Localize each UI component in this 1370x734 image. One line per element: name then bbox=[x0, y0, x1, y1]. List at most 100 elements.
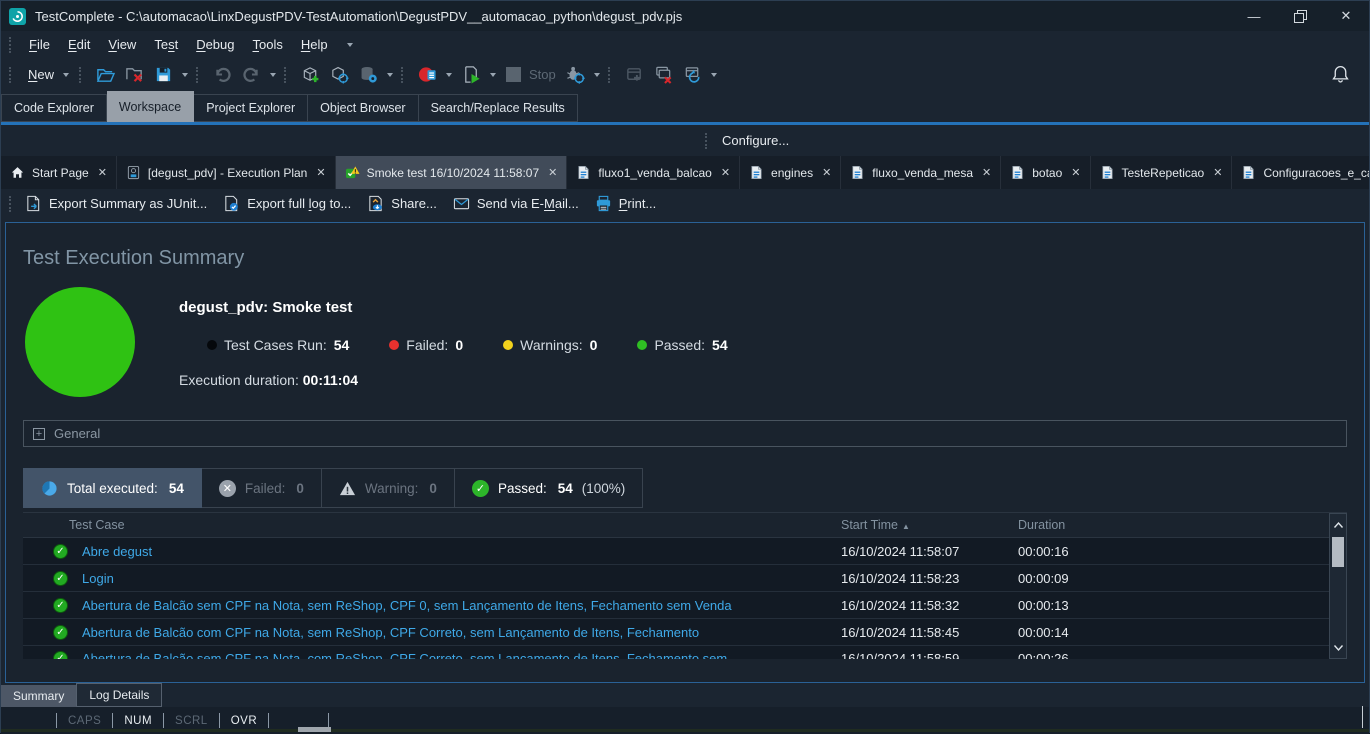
close-tab-icon[interactable]: ✕ bbox=[98, 166, 107, 179]
export-full-log-to-button[interactable]: Export full log to... bbox=[218, 189, 362, 218]
export-grip[interactable] bbox=[9, 196, 14, 212]
column-test-case[interactable]: Test Case bbox=[23, 518, 841, 532]
debug-button[interactable] bbox=[562, 62, 604, 87]
configure-grip[interactable] bbox=[705, 133, 710, 149]
run-test-button-caret[interactable] bbox=[490, 73, 496, 77]
close-project-button[interactable] bbox=[121, 62, 148, 87]
column-start-time[interactable]: Start Time▲ bbox=[841, 518, 1018, 532]
menu-debug[interactable]: Debug bbox=[187, 34, 243, 55]
doc-tab-botao[interactable]: botao✕ bbox=[1001, 156, 1090, 189]
minimize-button[interactable]: — bbox=[1231, 1, 1277, 31]
send-via-e-mail-button[interactable]: Send via E-Mail... bbox=[448, 189, 590, 218]
test-case-link[interactable]: Abre degust bbox=[82, 544, 152, 559]
run-test-button[interactable] bbox=[458, 62, 500, 87]
save-button[interactable] bbox=[150, 62, 192, 87]
scrollbar-thumb[interactable] bbox=[1332, 537, 1344, 567]
menu-options-caret[interactable] bbox=[347, 43, 353, 47]
close-tab-icon[interactable]: ✕ bbox=[721, 166, 730, 179]
test-case-link[interactable]: Abertura de Balcão sem CPF na Nota, com … bbox=[82, 651, 727, 659]
column-duration[interactable]: Duration bbox=[1018, 518, 1329, 532]
menu-file[interactable]: File bbox=[20, 34, 59, 55]
debug-button-caret[interactable] bbox=[594, 73, 600, 77]
restore-button[interactable] bbox=[1277, 1, 1323, 31]
menu-test[interactable]: Test bbox=[145, 34, 187, 55]
configure-button[interactable]: Configure... bbox=[716, 130, 795, 151]
filter-tab-total-executed[interactable]: Total executed:54 bbox=[23, 468, 202, 508]
redo-button-caret[interactable] bbox=[270, 73, 276, 77]
doc-tab-fluxo-venda-mesa[interactable]: fluxo_venda_mesa✕ bbox=[841, 156, 1001, 189]
close-tab-icon[interactable]: ✕ bbox=[316, 166, 325, 179]
toolbar-grip[interactable] bbox=[196, 67, 201, 83]
notifications-button[interactable] bbox=[1326, 61, 1355, 88]
run-routine-button-caret[interactable] bbox=[446, 73, 452, 77]
panel-tab-search-replace-results[interactable]: Search/Replace Results bbox=[419, 94, 578, 122]
panel-tab-workspace[interactable]: Workspace bbox=[107, 91, 194, 122]
table-row[interactable]: ✓Abertura de Balcão com CPF na Nota, sem… bbox=[23, 619, 1329, 646]
redo-button[interactable] bbox=[238, 62, 280, 87]
print-button[interactable]: Print... bbox=[590, 189, 668, 218]
stop-button[interactable]: Stop bbox=[502, 64, 560, 85]
view-tab-log-details[interactable]: Log Details bbox=[76, 683, 162, 707]
expand-icon[interactable]: + bbox=[33, 428, 45, 440]
toolbar-grip[interactable] bbox=[401, 67, 406, 83]
panel-tab-object-browser[interactable]: Object Browser bbox=[308, 94, 418, 122]
new-window-button[interactable] bbox=[621, 62, 648, 87]
run-routine-button[interactable] bbox=[414, 62, 456, 87]
close-tab-icon[interactable]: ✕ bbox=[822, 166, 831, 179]
doc-tab-start-page[interactable]: Start Page✕ bbox=[1, 156, 117, 189]
table-row[interactable]: ✓Login16/10/2024 11:58:2300:00:09 bbox=[23, 565, 1329, 592]
close-tab-icon[interactable]: ✕ bbox=[548, 166, 557, 179]
doc-tab-configuracoes-e-cadastros[interactable]: Configuracoes_e_cadastros✕ bbox=[1232, 156, 1369, 189]
script-icon bbox=[576, 165, 591, 180]
data-options-button[interactable] bbox=[355, 62, 397, 87]
close-tab-icon[interactable]: ✕ bbox=[982, 166, 991, 179]
data-options-button-caret[interactable] bbox=[387, 73, 393, 77]
menu-help[interactable]: Help bbox=[292, 34, 337, 55]
toolbar-grip[interactable] bbox=[79, 67, 84, 83]
share-button[interactable]: Share... bbox=[362, 189, 448, 218]
export-summary-as-junit-button[interactable]: Export Summary as JUnit... bbox=[20, 189, 218, 218]
table-row[interactable]: ✓Abre degust16/10/2024 11:58:0700:00:16 bbox=[23, 538, 1329, 565]
menu-edit[interactable]: Edit bbox=[59, 34, 99, 55]
close-button[interactable]: ✕ bbox=[1323, 1, 1369, 31]
test-case-link[interactable]: Login bbox=[82, 571, 114, 586]
filter-tab-warning[interactable]: Warning:0 bbox=[322, 468, 455, 508]
undo-button[interactable] bbox=[209, 62, 236, 87]
doc-tab-engines[interactable]: engines✕ bbox=[740, 156, 841, 189]
bell-icon bbox=[1330, 64, 1351, 85]
panel-tab-code-explorer[interactable]: Code Explorer bbox=[1, 94, 107, 122]
table-scrollbar[interactable] bbox=[1329, 513, 1347, 659]
doc-tab-smoke-test-16-10-2024-11-58-07[interactable]: Smoke test 16/10/2024 11:58:07✕ bbox=[336, 156, 568, 189]
toolbar-grip[interactable] bbox=[284, 67, 289, 83]
menu-tools[interactable]: Tools bbox=[244, 34, 292, 55]
add-project-item-button[interactable] bbox=[297, 62, 324, 87]
restore-window-button[interactable] bbox=[679, 62, 721, 87]
panel-tab-project-explorer[interactable]: Project Explorer bbox=[194, 94, 308, 122]
new-button[interactable]: New bbox=[22, 64, 75, 85]
test-case-link[interactable]: Abertura de Balcão sem CPF na Nota, sem … bbox=[82, 598, 732, 613]
table-row[interactable]: ✓Abertura de Balcão sem CPF na Nota, sem… bbox=[23, 592, 1329, 619]
open-project-button[interactable] bbox=[92, 62, 119, 87]
filter-tab-passed[interactable]: ✓Passed:54 (100%) bbox=[455, 468, 643, 508]
map-object-button[interactable] bbox=[326, 62, 353, 87]
save-button-caret[interactable] bbox=[182, 73, 188, 77]
doc-tab-fluxo1-venda-balcao[interactable]: fluxo1_venda_balcao✕ bbox=[567, 156, 740, 189]
doc-tab-testerepeticao[interactable]: TesteRepeticao✕ bbox=[1091, 156, 1233, 189]
scroll-down-icon[interactable] bbox=[1330, 637, 1346, 658]
menu-view[interactable]: View bbox=[99, 34, 145, 55]
scroll-up-icon[interactable] bbox=[1330, 514, 1346, 535]
new-button-caret[interactable] bbox=[63, 73, 69, 77]
doc-tab-degust-pdv-execution-plan[interactable]: [degust_pdv] - Execution Plan✕ bbox=[117, 156, 336, 189]
general-section-toggle[interactable]: + General bbox=[23, 420, 1347, 447]
close-windows-button[interactable] bbox=[650, 62, 677, 87]
test-case-link[interactable]: Abertura de Balcão com CPF na Nota, sem … bbox=[82, 625, 699, 640]
menu-grip[interactable] bbox=[9, 37, 14, 53]
close-tab-icon[interactable]: ✕ bbox=[1213, 166, 1222, 179]
filter-tab-failed[interactable]: ✕Failed:0 bbox=[202, 468, 322, 508]
toolbar-grip[interactable] bbox=[608, 67, 613, 83]
close-tab-icon[interactable]: ✕ bbox=[1071, 166, 1080, 179]
table-row[interactable]: ✓Abertura de Balcão sem CPF na Nota, com… bbox=[23, 646, 1329, 659]
toolbar-grip[interactable] bbox=[9, 67, 14, 83]
view-tab-summary[interactable]: Summary bbox=[1, 685, 76, 707]
restore-window-button-caret[interactable] bbox=[711, 73, 717, 77]
